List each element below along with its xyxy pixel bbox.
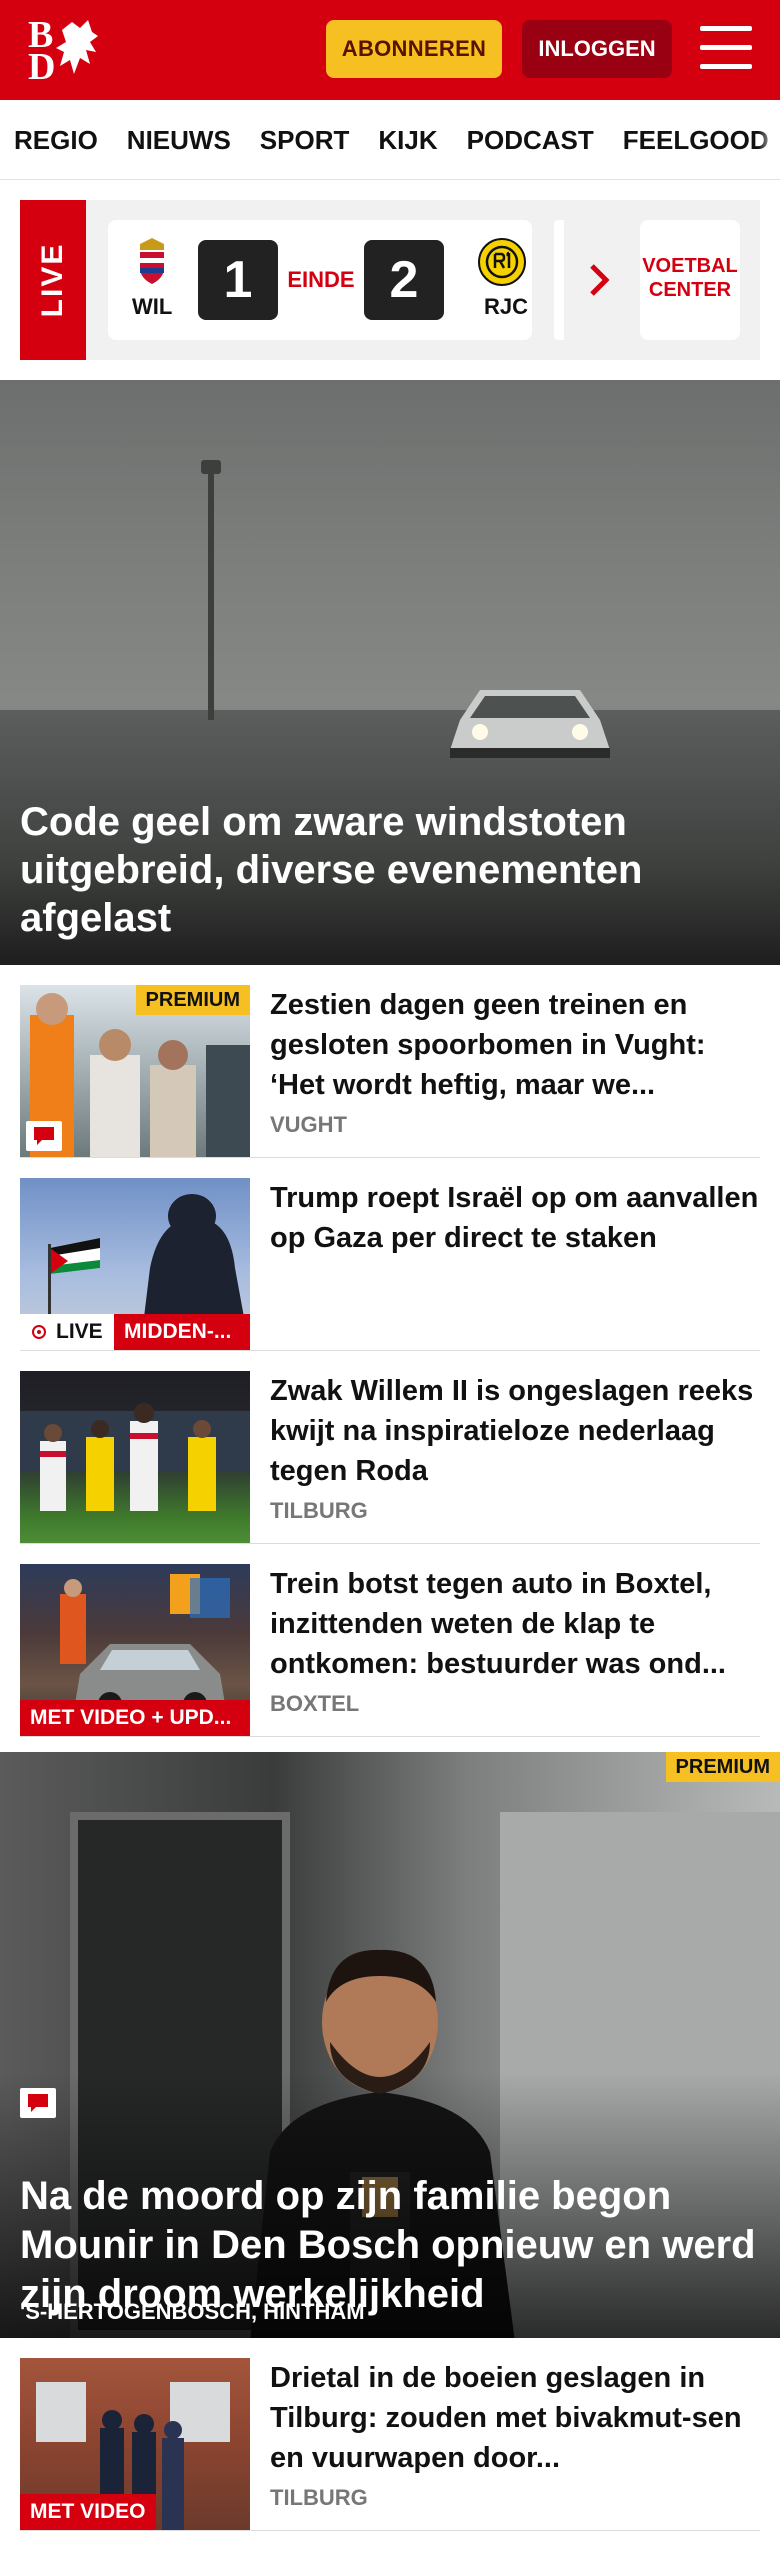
feature-title[interactable]: Na de moord op zijn familie begon Mounir…	[20, 2172, 760, 2319]
article-title[interactable]: Zestien dagen geen treinen en gesloten s…	[270, 985, 760, 1105]
article-thumbnail: MET VIDEO + UPD...	[20, 1564, 250, 1736]
match-status: EINDE	[287, 267, 355, 292]
live-tag: LIVE	[20, 200, 86, 360]
article-label: MIDDEN-...	[114, 1314, 250, 1350]
home-team-name: WIL	[132, 294, 173, 319]
article-thumbnail: PREMIUM	[20, 985, 250, 1157]
list-item[interactable]: Zwak Willem II is ongeslagen reeks kwijt…	[20, 1351, 760, 1544]
list-item[interactable]: MET VIDEO Drietal in de boeien geslagen …	[20, 2338, 760, 2531]
nav-item-kijk[interactable]: KIJK	[378, 100, 437, 179]
feature-location: 'S-HERTOGENBOSCH, HINTHAM	[20, 2299, 365, 2324]
article-title[interactable]: Drietal in de boeien geslagen in Tilburg…	[270, 2358, 760, 2478]
list-item[interactable]: LIVE MIDDEN-... Trump roept Israël op om…	[20, 1158, 760, 1351]
away-team-name: RJC	[484, 294, 529, 319]
list-item[interactable]: MET VIDEO + UPD... Trein botst tegen aut…	[20, 1544, 760, 1737]
article-thumbnail	[20, 1371, 250, 1543]
nav-item-nieuws[interactable]: NIEUWS	[127, 100, 231, 179]
login-button[interactable]: INLOGGEN	[522, 20, 672, 78]
live-score-bar: LIVE WIL 1 EINDE 2 RJC VOETBAL CENTER	[20, 200, 760, 360]
nav-item-regio[interactable]: REGIO	[14, 100, 98, 179]
premium-badge: PREMIUM	[665, 1752, 780, 1782]
next-match-card[interactable]	[554, 220, 564, 340]
home-score: 1	[198, 240, 278, 320]
hero-title[interactable]: Code geel om zware windstoten uitgebreid…	[20, 798, 760, 942]
article-thumbnail: LIVE MIDDEN-...	[20, 1178, 250, 1350]
article-location: BOXTEL	[270, 1691, 360, 1716]
nav-item-feelgood[interactable]: FEELGOOD	[623, 100, 769, 179]
article-location: VUGHT	[270, 1112, 347, 1137]
article-title[interactable]: Trump roept Israël op om aanvallen op Ga…	[270, 1178, 760, 1258]
match-card[interactable]: WIL 1 EINDE 2 RJC	[108, 220, 532, 340]
list-item[interactable]: PREMIUM Zestien dagen geen treinen en ge…	[20, 965, 760, 1158]
article-thumbnail: MET VIDEO	[20, 2358, 250, 2530]
nav-item-sport[interactable]: SPORT	[260, 100, 350, 179]
article-label: MET VIDEO + UPD...	[20, 1700, 250, 1736]
hamburger-menu-icon[interactable]	[700, 26, 752, 70]
car-in-storm-image	[450, 690, 610, 758]
article-location: TILBURG	[270, 2485, 368, 2510]
subscribe-button[interactable]: ABONNEREN	[326, 20, 502, 78]
roda-jc-crest-icon	[478, 238, 526, 286]
article-title[interactable]: Trein botst tegen auto in Boxtel, inzitt…	[270, 1564, 760, 1684]
comment-icon	[20, 2088, 56, 2118]
live-dot-icon	[32, 1325, 46, 1339]
premium-badge: PREMIUM	[135, 985, 250, 1015]
willem-ii-crest-icon	[140, 238, 164, 284]
dragon-icon	[56, 20, 98, 74]
chevron-right-icon[interactable]	[588, 262, 612, 298]
nav-scroll-fade	[758, 100, 780, 179]
section-nav: REGIO NIEUWS SPORT KIJK PODCAST FEELGOOD	[0, 100, 780, 180]
article-location: TILBURG	[270, 1498, 368, 1523]
hero-article[interactable]: Code geel om zware windstoten uitgebreid…	[0, 380, 780, 965]
voetbal-center-link[interactable]: VOETBAL CENTER	[640, 220, 740, 340]
nav-item-podcast[interactable]: PODCAST	[467, 100, 594, 179]
live-indicator: LIVE	[20, 1314, 114, 1350]
bd-logo[interactable]: B D	[28, 16, 118, 86]
lamp-post	[208, 470, 214, 720]
article-label: MET VIDEO	[20, 2494, 156, 2530]
comment-icon	[26, 1121, 62, 1151]
site-header: B D ABONNEREN INLOGGEN	[0, 0, 780, 100]
feature-article[interactable]: PREMIUM Na de moord op zijn familie bego…	[0, 1752, 780, 2338]
away-score: 2	[364, 240, 444, 320]
article-title[interactable]: Zwak Willem II is ongeslagen reeks kwijt…	[270, 1371, 760, 1491]
